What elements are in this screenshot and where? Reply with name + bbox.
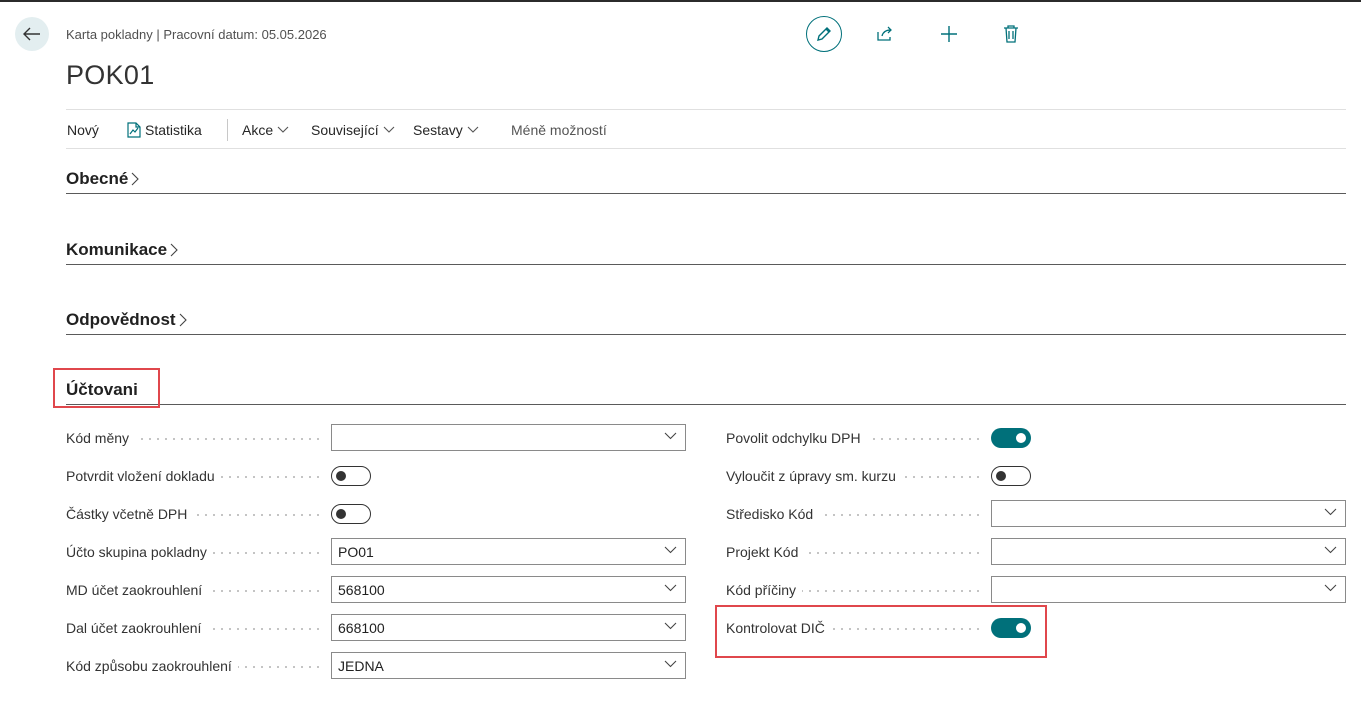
currency-code-label: Kód měny [66,430,326,446]
trash-icon [1004,25,1018,43]
section-communication-header[interactable]: Komunikace [66,240,178,260]
chart-document-icon [127,122,141,138]
page-title: POK01 [66,60,155,90]
highlight-posting-section [53,368,160,408]
action-separator [227,119,228,141]
share-icon [877,26,892,41]
credit-rounding-account-label: Dal účet zaokrouhlení [66,620,326,636]
section-responsibility-header[interactable]: Odpovědnost [66,310,187,330]
allow-vat-difference-toggle[interactable] [991,428,1031,448]
section-divider [66,264,1346,265]
pencil-icon [817,27,831,41]
plus-icon [941,26,957,42]
project-code-label: Projekt Kód [726,544,986,560]
credit-rounding-account-select[interactable]: 668100 [331,614,686,641]
chevron-right-icon [170,243,178,257]
chevron-down-icon [277,126,289,133]
related-menu[interactable]: Související [311,122,395,138]
department-code-label: Středisko Kód [726,506,986,522]
allow-vat-difference-label: Povolit odchylku DPH [726,430,986,446]
chevron-down-icon [664,660,677,668]
back-button[interactable] [15,17,49,51]
section-divider [66,193,1346,194]
chevron-right-icon [179,313,187,327]
reason-code-select[interactable] [991,576,1346,603]
debit-rounding-account-label: MD účet zaokrouhlení [66,582,326,598]
chevron-right-icon [131,172,140,186]
actions-menu[interactable]: Akce [242,122,289,138]
cash-desk-posting-group-select[interactable]: PO01 [331,538,686,565]
confirm-document-insert-toggle[interactable] [331,466,371,486]
page-caption: Karta pokladny | Pracovní datum: 05.05.2… [66,27,327,42]
edit-button[interactable] [806,16,842,52]
chevron-down-icon [1324,584,1337,592]
exclude-exchange-rate-adjustment-toggle[interactable] [991,466,1031,486]
rounding-method-code-label: Kód způsobu zaokrouhlení [66,658,326,674]
confirm-document-insert-label: Potvrdit vložení dokladu [66,468,326,484]
arrow-left-icon [23,27,40,41]
divider [66,148,1346,149]
amounts-including-vat-label: Částky včetně DPH [66,506,326,522]
share-button[interactable] [875,24,895,44]
statistics-action[interactable]: Statistika [127,122,202,138]
cash-desk-posting-group-label: Účto skupina pokladny [66,544,326,560]
chevron-down-icon [664,432,677,440]
chevron-down-icon [664,546,677,554]
section-divider [66,334,1346,335]
reason-code-label: Kód příčiny [726,582,986,598]
amounts-including-vat-toggle[interactable] [331,504,371,524]
divider [66,109,1346,110]
new-action[interactable]: Nový [67,122,99,138]
exclude-exchange-rate-adjustment-label: Vyloučit z úpravy sm. kurzu [726,468,986,484]
window-top-border [0,0,1361,2]
section-general-header[interactable]: Obecné [66,169,140,189]
chevron-down-icon [664,584,677,592]
project-code-select[interactable] [991,538,1346,565]
chevron-down-icon [1324,508,1337,516]
reports-menu[interactable]: Sestavy [413,122,479,138]
department-code-select[interactable] [991,500,1346,527]
currency-code-select[interactable] [331,424,686,451]
chevron-down-icon [383,126,395,133]
rounding-method-code-select[interactable]: JEDNA [331,652,686,679]
section-divider [66,404,1346,405]
new-record-button[interactable] [939,24,959,44]
delete-button[interactable] [1001,24,1021,44]
chevron-down-icon [1324,546,1337,554]
debit-rounding-account-select[interactable]: 568100 [331,576,686,603]
fewer-options-button[interactable]: Méně možností [511,122,607,138]
chevron-down-icon [467,126,479,133]
chevron-down-icon [664,622,677,630]
